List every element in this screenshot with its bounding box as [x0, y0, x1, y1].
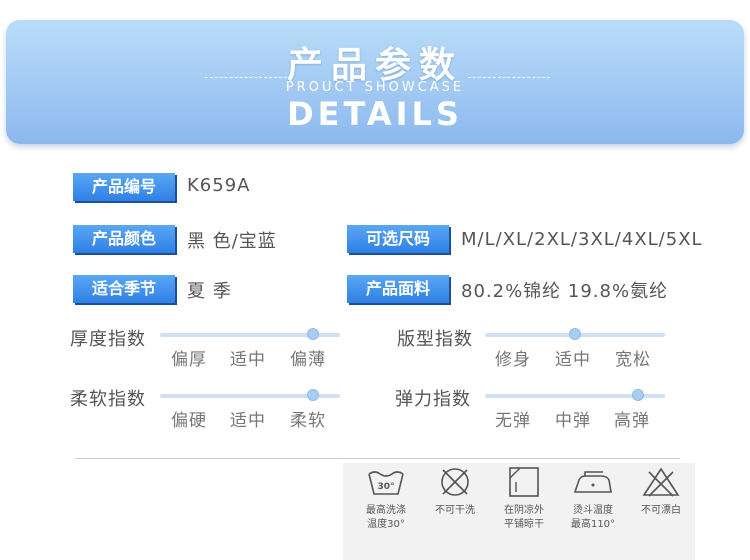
wash-30-icon: 30° — [368, 471, 404, 495]
care-iron-line1: 烫斗温度 — [573, 505, 613, 516]
thickness-knob — [307, 328, 319, 340]
fit-knob — [569, 328, 581, 340]
code-label: 产品编号 — [73, 173, 175, 201]
fit-index-label: 版型指数 — [397, 329, 473, 350]
fabric-label: 产品面料 — [347, 275, 449, 303]
thickness-option-2: 适中 — [230, 350, 266, 370]
care-shade-dry: 在阴凉外 平铺晾干 — [491, 466, 557, 532]
care-no-bleach-line1: 不可漂白 — [641, 505, 681, 516]
section-divider — [75, 458, 680, 459]
fit-option-2: 适中 — [555, 350, 591, 370]
code-value: K659A — [187, 175, 251, 196]
no-tumble-dry-icon — [441, 468, 469, 496]
softness-option-1: 偏硬 — [171, 411, 207, 431]
elasticity-knob — [632, 389, 644, 401]
care-no-bleach: 不可漂白 — [628, 466, 694, 518]
care-iron: 烫斗温度最高110° — [560, 466, 626, 532]
elasticity-index-label: 弹力指数 — [395, 389, 471, 410]
season-label: 适合季节 — [73, 275, 175, 303]
thickness-option-1: 偏厚 — [171, 350, 207, 370]
banner-subtitle: PROUCT SHOWCASE — [285, 80, 465, 95]
season-value: 夏 季 — [187, 281, 232, 302]
care-shade-dry-line1: 在阴凉外 — [504, 505, 544, 516]
iron-icon — [573, 471, 612, 493]
fabric-value: 80.2%锦纶 19.8%氨纶 — [461, 281, 669, 302]
banner-title-en: DETAILS — [287, 95, 463, 133]
shade-flat-dry-icon — [509, 467, 539, 497]
softness-knob — [307, 389, 319, 401]
care-shade-dry-line2: 平铺晾干 — [504, 519, 544, 530]
thickness-index-label: 厚度指数 — [70, 329, 146, 350]
size-label: 可选尺码 — [347, 225, 449, 253]
banner-left-dash — [205, 77, 287, 78]
care-wash-line2: 温度30° — [367, 519, 405, 530]
softness-option-2: 适中 — [230, 411, 266, 431]
care-wash: 30° 最高洗涤温度30° — [353, 466, 419, 532]
care-no-dry-line1: 不可干洗 — [435, 505, 475, 516]
elasticity-option-3: 高弹 — [614, 411, 650, 431]
care-no-dry: 不可干洗 — [422, 466, 488, 518]
care-iron-line2: 最高110° — [570, 519, 616, 530]
wash-temp-badge: 30° — [377, 482, 394, 492]
fit-option-1: 修身 — [495, 350, 531, 370]
color-label: 产品颜色 — [73, 225, 175, 253]
color-value: 黑 色/宝蓝 — [187, 231, 277, 252]
elasticity-option-2: 中弹 — [555, 411, 591, 431]
fit-option-3: 宽松 — [615, 350, 651, 370]
size-value: M/L/XL/2XL/3XL/4XL/5XL — [461, 229, 703, 250]
no-bleach-icon — [642, 467, 680, 497]
softness-index-label: 柔软指数 — [70, 389, 146, 410]
elasticity-option-1: 无弹 — [495, 411, 531, 431]
care-wash-line1: 最高洗涤 — [366, 505, 406, 516]
softness-option-3: 柔软 — [290, 411, 326, 431]
thickness-option-3: 偏薄 — [290, 350, 326, 370]
banner-right-dash — [468, 77, 550, 78]
